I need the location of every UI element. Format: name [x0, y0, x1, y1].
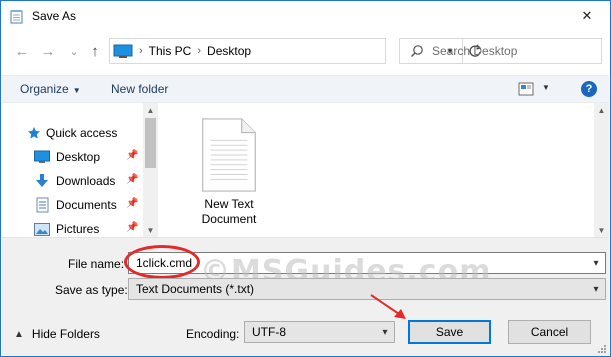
up-button[interactable]: ↑ — [85, 41, 105, 61]
close-button[interactable]: ✕ — [564, 1, 610, 31]
encoding-value: UTF-8 — [252, 325, 286, 339]
cancel-button-label: Cancel — [530, 325, 569, 339]
save-form-panel: File name: ▾ ©MSGuides.com Save as type:… — [2, 237, 609, 356]
save-type-value: Text Documents (*.txt) — [136, 282, 255, 296]
save-type-select[interactable]: Text Documents (*.txt) ▾ — [128, 278, 606, 300]
download-icon — [34, 173, 50, 189]
caret-down-icon: ▼ — [72, 86, 81, 95]
breadcrumb-desktop[interactable]: Desktop — [207, 44, 251, 58]
sidebar-item-label: Pictures — [56, 222, 100, 236]
search-input[interactable] — [432, 44, 592, 58]
breadcrumb-this-pc[interactable]: This PC — [149, 44, 192, 58]
search-box[interactable] — [399, 38, 602, 64]
help-button[interactable]: ? — [581, 81, 597, 97]
close-icon: ✕ — [581, 8, 593, 23]
save-as-dialog: Save As ✕ ← → ⌄ ↑ › This PC › Desktop ▾ — [0, 0, 611, 357]
recent-locations-button[interactable]: ⌄ — [64, 41, 84, 61]
pin-icon: 📌 — [126, 150, 139, 161]
chevron-up-icon: ▲ — [14, 328, 24, 340]
organize-menu[interactable]: Organize ▼ — [20, 82, 81, 96]
notepad-icon — [10, 10, 23, 24]
file-list-pane: New Text Document ▲ ▼ — [159, 103, 609, 237]
scroll-down-icon[interactable]: ▼ — [143, 223, 158, 237]
save-button[interactable]: Save — [408, 320, 491, 344]
chevron-down-icon: ▾ — [382, 326, 388, 338]
encoding-label: Encoding: — [186, 327, 240, 341]
pin-icon: 📌 — [126, 174, 139, 185]
pictures-icon — [34, 221, 50, 237]
new-folder-button[interactable]: New folder — [111, 82, 168, 96]
scroll-up-icon[interactable]: ▲ — [594, 103, 609, 117]
view-dropdown-icon[interactable]: ▼ — [542, 83, 550, 92]
window-title: Save As — [32, 9, 77, 23]
new-folder-label: New folder — [111, 82, 169, 96]
chevron-down-icon[interactable]: ▾ — [587, 253, 605, 273]
cancel-button[interactable]: Cancel — [508, 320, 591, 344]
help-icon: ? — [585, 83, 593, 95]
forward-arrow-icon: → — [40, 42, 56, 60]
sidebar-item-label: Downloads — [56, 174, 116, 188]
save-type-label: Save as type: — [55, 283, 128, 297]
up-arrow-icon: ↑ — [91, 42, 99, 60]
annotation-ellipse — [124, 245, 200, 279]
chevron-down-icon: ▾ — [593, 283, 599, 295]
desktop-icon — [34, 149, 50, 165]
view-options-icon[interactable] — [518, 82, 534, 96]
chevron-down-icon: ⌄ — [69, 45, 79, 58]
file-name-label: New Text Document — [201, 197, 257, 226]
nav-scrollbar[interactable]: ▲ ▼ — [143, 103, 158, 237]
file-name-label: File name: — [68, 257, 125, 271]
documents-icon — [34, 197, 50, 213]
back-button[interactable]: ← — [12, 41, 32, 61]
file-scrollbar[interactable]: ▲ ▼ — [594, 103, 609, 237]
scroll-thumb[interactable] — [145, 118, 156, 168]
search-icon — [411, 45, 423, 57]
pin-icon: 📌 — [126, 198, 139, 209]
sidebar-item-label: Documents — [56, 198, 117, 212]
pin-icon: 📌 — [126, 222, 139, 233]
command-bar: Organize ▼ New folder ▼ ? — [2, 75, 609, 103]
scroll-up-icon[interactable]: ▲ — [143, 103, 158, 117]
forward-button[interactable]: → — [38, 41, 58, 61]
address-bar[interactable]: › This PC › Desktop ▾ — [109, 38, 481, 64]
breadcrumb-separator[interactable]: › — [139, 45, 143, 57]
hide-folders-label: Hide Folders — [31, 327, 100, 341]
resize-grip-icon[interactable] — [597, 344, 607, 354]
title-bar: Save As ✕ — [1, 1, 610, 31]
navigation-pane: Quick access Desktop 📌 Downloads 📌 Docum… — [2, 103, 158, 237]
organize-label: Organize — [20, 82, 69, 96]
hide-folders-button[interactable]: ▲ Hide Folders — [14, 327, 100, 341]
back-arrow-icon: ← — [14, 42, 30, 60]
breadcrumb-separator[interactable]: › — [197, 45, 201, 57]
sidebar-item-label: Quick access — [46, 126, 118, 140]
save-button-label: Save — [435, 325, 464, 339]
text-file-icon — [202, 118, 256, 192]
annotation-arrow-icon — [370, 294, 406, 319]
this-pc-icon — [113, 44, 133, 58]
star-icon — [26, 125, 42, 141]
scroll-down-icon[interactable]: ▼ — [594, 223, 609, 237]
file-item[interactable]: New Text Document — [195, 117, 263, 227]
encoding-select[interactable]: UTF-8 ▾ — [244, 321, 395, 343]
sidebar-item-label: Desktop — [56, 150, 101, 164]
